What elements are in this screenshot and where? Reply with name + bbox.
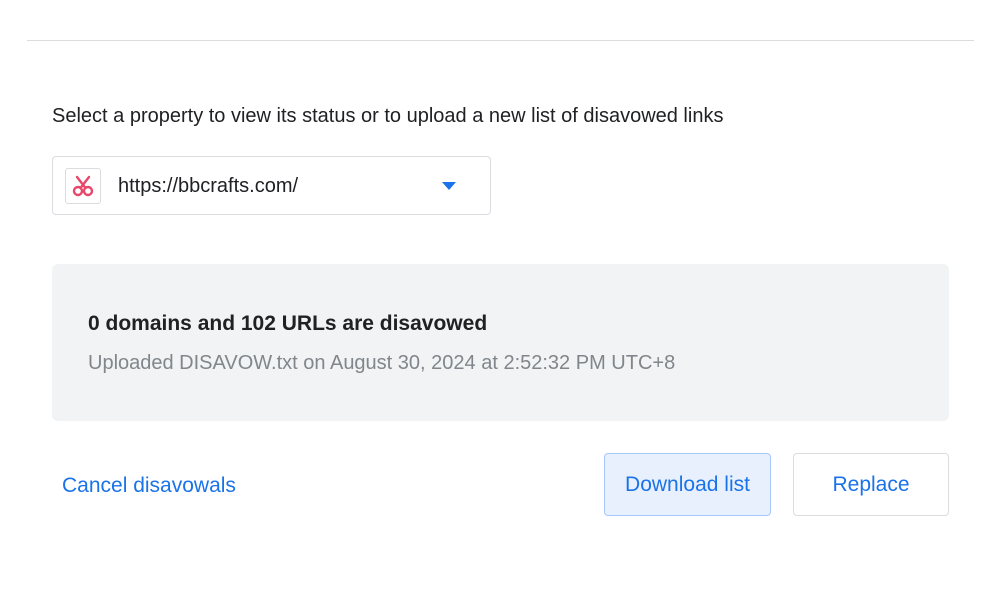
replace-button[interactable]: Replace bbox=[793, 453, 949, 516]
property-url: https://bbcrafts.com/ bbox=[118, 174, 299, 197]
status-heading: 0 domains and 102 URLs are disavowed bbox=[88, 312, 488, 335]
cancel-disavowals-link[interactable]: Cancel disavowals bbox=[62, 472, 236, 500]
upload-info: Uploaded DISAVOW.txt on August 30, 2024 … bbox=[88, 352, 676, 374]
property-dropdown[interactable]: https://bbcrafts.com/ bbox=[52, 156, 491, 215]
disavow-page: Select a property to view its status or … bbox=[0, 0, 1000, 600]
status-panel: 0 domains and 102 URLs are disavowed Upl… bbox=[52, 264, 949, 421]
instruction-text: Select a property to view its status or … bbox=[52, 105, 724, 127]
dropdown-arrow-icon[interactable] bbox=[442, 181, 456, 190]
scissors-icon bbox=[65, 167, 101, 204]
download-list-button[interactable]: Download list bbox=[604, 453, 771, 516]
top-divider bbox=[27, 40, 974, 41]
